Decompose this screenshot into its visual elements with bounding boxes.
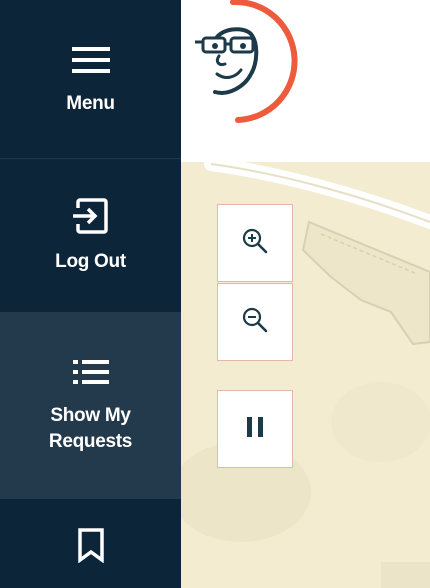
cartoon-face-logo[interactable]	[193, 0, 303, 135]
logout-icon	[71, 197, 111, 235]
sidebar: Menu Log Out Show My Requests	[0, 0, 181, 588]
hamburger-icon	[71, 45, 111, 75]
logout-button[interactable]: Log Out	[0, 158, 181, 312]
list-icon	[71, 357, 111, 387]
show-my-requests-label: Show My Requests	[48, 404, 133, 452]
map-view[interactable]	[181, 162, 430, 588]
zoom-out-icon	[241, 306, 269, 339]
show-my-requests-button[interactable]: Show My Requests	[0, 312, 181, 499]
bookmarks-button[interactable]	[0, 499, 181, 588]
menu-button[interactable]: Menu	[0, 0, 181, 158]
pause-button[interactable]	[217, 390, 293, 468]
header	[181, 0, 430, 162]
pause-icon	[241, 413, 269, 446]
zoom-in-button[interactable]	[217, 204, 293, 282]
logout-label: Log Out	[55, 250, 126, 272]
zoom-out-button[interactable]	[217, 283, 293, 361]
menu-label: Menu	[66, 93, 115, 115]
bookmark-icon	[76, 527, 106, 563]
zoom-in-icon	[241, 227, 269, 260]
